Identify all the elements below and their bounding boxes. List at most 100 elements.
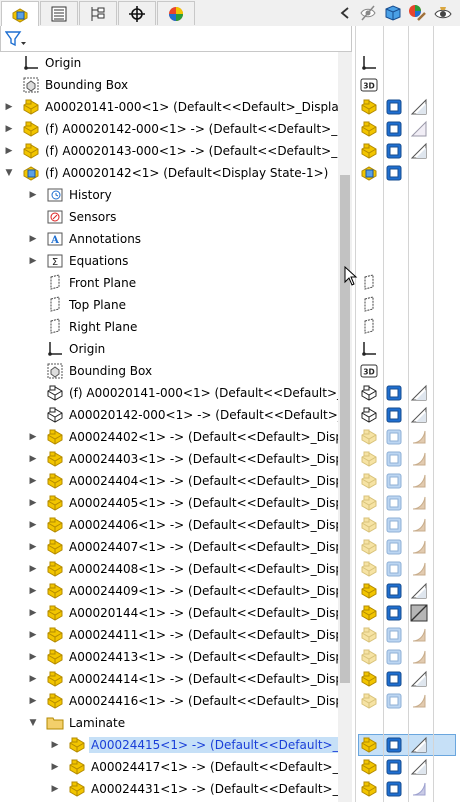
swoosh-blue-icon[interactable] bbox=[410, 780, 428, 798]
expand-toggle-icon[interactable]: ▶ bbox=[3, 123, 15, 135]
part-outline-icon[interactable] bbox=[360, 406, 378, 424]
tri-icon[interactable] bbox=[410, 384, 428, 402]
tree-item[interactable]: ▶ History bbox=[0, 184, 338, 206]
cube-faded-icon[interactable] bbox=[385, 494, 403, 512]
plane-icon[interactable] bbox=[360, 274, 378, 292]
part-icon[interactable] bbox=[360, 142, 378, 160]
tree-item[interactable]: ▶ A00024409<1> -> (Default<<Default>_Disp… bbox=[0, 580, 338, 602]
swoosh-icon[interactable] bbox=[410, 428, 428, 446]
cube-faded-icon[interactable] bbox=[385, 648, 403, 666]
expand-toggle-icon[interactable]: ▶ bbox=[27, 673, 39, 685]
tab-display-manager[interactable] bbox=[157, 1, 195, 25]
swoosh-icon[interactable] bbox=[410, 450, 428, 468]
tri-icon[interactable] bbox=[410, 142, 428, 160]
expand-toggle-icon[interactable]: ▶ bbox=[3, 101, 15, 113]
cube-icon[interactable] bbox=[385, 780, 403, 798]
part-faded-icon[interactable] bbox=[360, 494, 378, 512]
part-faded-icon[interactable] bbox=[360, 538, 378, 556]
expand-toggle-icon[interactable]: ▶ bbox=[49, 739, 61, 751]
3d-icon[interactable]: 3D bbox=[360, 362, 378, 380]
part-faded-icon[interactable] bbox=[360, 516, 378, 534]
cube-icon[interactable] bbox=[385, 670, 403, 688]
expand-toggle-icon[interactable]: ▶ bbox=[27, 497, 39, 509]
swoosh-icon[interactable] bbox=[410, 648, 428, 666]
expand-toggle-icon[interactable]: ▶ bbox=[27, 585, 39, 597]
tree-item[interactable]: Origin bbox=[0, 52, 338, 74]
tree-scrollbar[interactable] bbox=[338, 52, 352, 802]
tree-item[interactable]: ▶ A00024415<1> -> (Default<<Default>_Disp… bbox=[0, 734, 338, 756]
tree-item[interactable]: Bounding Box bbox=[0, 360, 338, 382]
part-faded-icon[interactable] bbox=[360, 472, 378, 490]
tree-item[interactable]: Origin bbox=[0, 338, 338, 360]
expand-toggle-icon[interactable]: ▶ bbox=[27, 541, 39, 553]
tree-item[interactable]: ▶ A00024414<1> -> (Default<<Default>_Disp… bbox=[0, 668, 338, 690]
tree-item[interactable]: ▶ A00024413<1> -> (Default<<Default>_Disp… bbox=[0, 646, 338, 668]
expand-toggle-icon[interactable]: ▶ bbox=[27, 431, 39, 443]
part-faded-icon[interactable] bbox=[360, 648, 378, 666]
cube-faded-icon[interactable] bbox=[385, 560, 403, 578]
tree-item[interactable]: ▶ A Annotations bbox=[0, 228, 338, 250]
part-faded-icon[interactable] bbox=[360, 560, 378, 578]
tri-icon[interactable] bbox=[410, 582, 428, 600]
tree-item[interactable]: ▶ A00024417<1> -> (Default<<Default>_Disp… bbox=[0, 756, 338, 778]
filter-icon[interactable] bbox=[4, 30, 27, 48]
cube-faded-icon[interactable] bbox=[385, 472, 403, 490]
cube-icon[interactable] bbox=[385, 142, 403, 160]
cube-icon[interactable] bbox=[385, 164, 403, 182]
tab-property-manager[interactable] bbox=[40, 1, 78, 25]
tree-item[interactable]: ▶ A00020141-000<1> (Default<<Default>_Dis… bbox=[0, 96, 338, 118]
tree-item[interactable]: ▶ A00024405<1> -> (Default<<Default>_Disp… bbox=[0, 492, 338, 514]
asm-icon[interactable] bbox=[360, 164, 378, 182]
tree-item[interactable]: Top Plane bbox=[0, 294, 338, 316]
tree-item[interactable]: ▶ A00024402<1> -> (Default<<Default>_Disp… bbox=[0, 426, 338, 448]
tree-item[interactable]: Right Plane bbox=[0, 316, 338, 338]
part-outline-icon[interactable] bbox=[360, 384, 378, 402]
tree-item[interactable]: ▼ (f) A00020142<1> (Default<Display State… bbox=[0, 162, 338, 184]
part-icon[interactable] bbox=[360, 780, 378, 798]
cube-faded-icon[interactable] bbox=[385, 538, 403, 556]
cube-icon[interactable] bbox=[385, 406, 403, 424]
expand-toggle-icon[interactable]: ▶ bbox=[27, 475, 39, 487]
expand-toggle-icon[interactable]: ▶ bbox=[27, 519, 39, 531]
swoosh-icon[interactable] bbox=[410, 516, 428, 534]
part-icon[interactable] bbox=[360, 98, 378, 116]
tree-item[interactable]: ▶ A00024411<1> -> (Default<<Default>_Disp… bbox=[0, 624, 338, 646]
tree-item[interactable]: ▶ A00024408<1> -> (Default<<Default>_Disp… bbox=[0, 558, 338, 580]
expand-toggle-icon[interactable]: ▶ bbox=[27, 607, 39, 619]
collapse-arrow-icon[interactable] bbox=[334, 2, 356, 24]
expand-toggle-icon[interactable]: ▶ bbox=[27, 189, 39, 201]
tree-item[interactable]: ▶ (f) A00020142-000<1> -> (Default<<Defau… bbox=[0, 118, 338, 140]
tree-item[interactable]: Bounding Box bbox=[0, 74, 338, 96]
cube-icon[interactable] bbox=[385, 758, 403, 776]
plane-icon[interactable] bbox=[360, 296, 378, 314]
tree-item[interactable]: ▶ A00024407<1> -> (Default<<Default>_Disp… bbox=[0, 536, 338, 558]
tri-light-icon[interactable] bbox=[410, 120, 428, 138]
tri-icon[interactable] bbox=[410, 670, 428, 688]
swoosh-icon[interactable] bbox=[410, 692, 428, 710]
part-icon[interactable] bbox=[360, 670, 378, 688]
expand-toggle-icon[interactable]: ▶ bbox=[27, 651, 39, 663]
tree-item[interactable]: Front Plane bbox=[0, 272, 338, 294]
expand-toggle-icon[interactable]: ▶ bbox=[27, 563, 39, 575]
cube-icon[interactable] bbox=[385, 604, 403, 622]
3d-icon[interactable]: 3D bbox=[360, 76, 378, 94]
cube-icon[interactable] bbox=[385, 98, 403, 116]
expand-toggle-icon[interactable]: ▶ bbox=[27, 233, 39, 245]
tri-icon[interactable] bbox=[410, 406, 428, 424]
part-icon[interactable] bbox=[360, 604, 378, 622]
tree-item[interactable]: ▶ A00024406<1> -> (Default<<Default>_Disp… bbox=[0, 514, 338, 536]
plane-icon[interactable] bbox=[360, 318, 378, 336]
tree-item[interactable]: Sensors bbox=[0, 206, 338, 228]
tab-dimxpert[interactable] bbox=[118, 1, 156, 25]
view-icon[interactable] bbox=[432, 2, 454, 24]
expand-toggle-icon[interactable]: ▶ bbox=[27, 255, 39, 267]
tab-feature-manager[interactable] bbox=[1, 1, 39, 27]
appearance-icon[interactable] bbox=[406, 2, 428, 24]
tree-item[interactable]: ▼ Laminate bbox=[0, 712, 338, 734]
swoosh-icon[interactable] bbox=[410, 538, 428, 556]
cube-faded-icon[interactable] bbox=[385, 626, 403, 644]
hide-show-icon[interactable] bbox=[357, 2, 379, 24]
tree-item[interactable]: ▶ A00024416<1> -> (Default<<Default>_Disp… bbox=[0, 690, 338, 712]
part-faded-icon[interactable] bbox=[360, 692, 378, 710]
part-icon[interactable] bbox=[360, 582, 378, 600]
